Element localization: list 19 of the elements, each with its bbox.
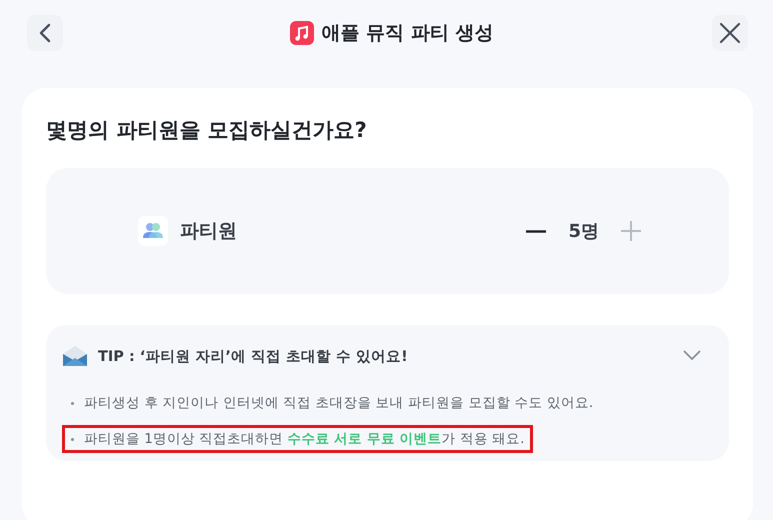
tip-title: TIP : ‘파티원 자리’에 직접 초대할 수 있어요! [98,348,409,366]
minus-icon [525,230,548,232]
bullet-icon [71,438,74,440]
page-title: 애플 뮤직 파티 생성 [322,21,494,46]
bullet-icon [71,402,74,404]
plus-icon [620,220,642,242]
back-button[interactable] [27,15,63,51]
counter-label: 파티원 [180,219,237,244]
people-icon [138,216,168,246]
envelope-icon [62,345,88,367]
question-heading: 몇명의 파티원을 모집하실건가요? [46,117,368,144]
close-button[interactable] [712,15,748,51]
close-icon [718,21,742,45]
counter-value: 5명 [568,220,599,243]
back-icon [38,22,52,44]
tip-text: 파티생성 후 지인이나 인터넷에 직접 초대장을 보내 파티원을 모집할 수도 있어요. [84,394,594,412]
music-note-icon [290,21,314,45]
tip-text: 파티원을 1명이상 직접초대하면 수수료 서로 무료 이벤트가 적용 돼요. [84,430,524,448]
chevron-icon[interactable] [683,350,701,362]
